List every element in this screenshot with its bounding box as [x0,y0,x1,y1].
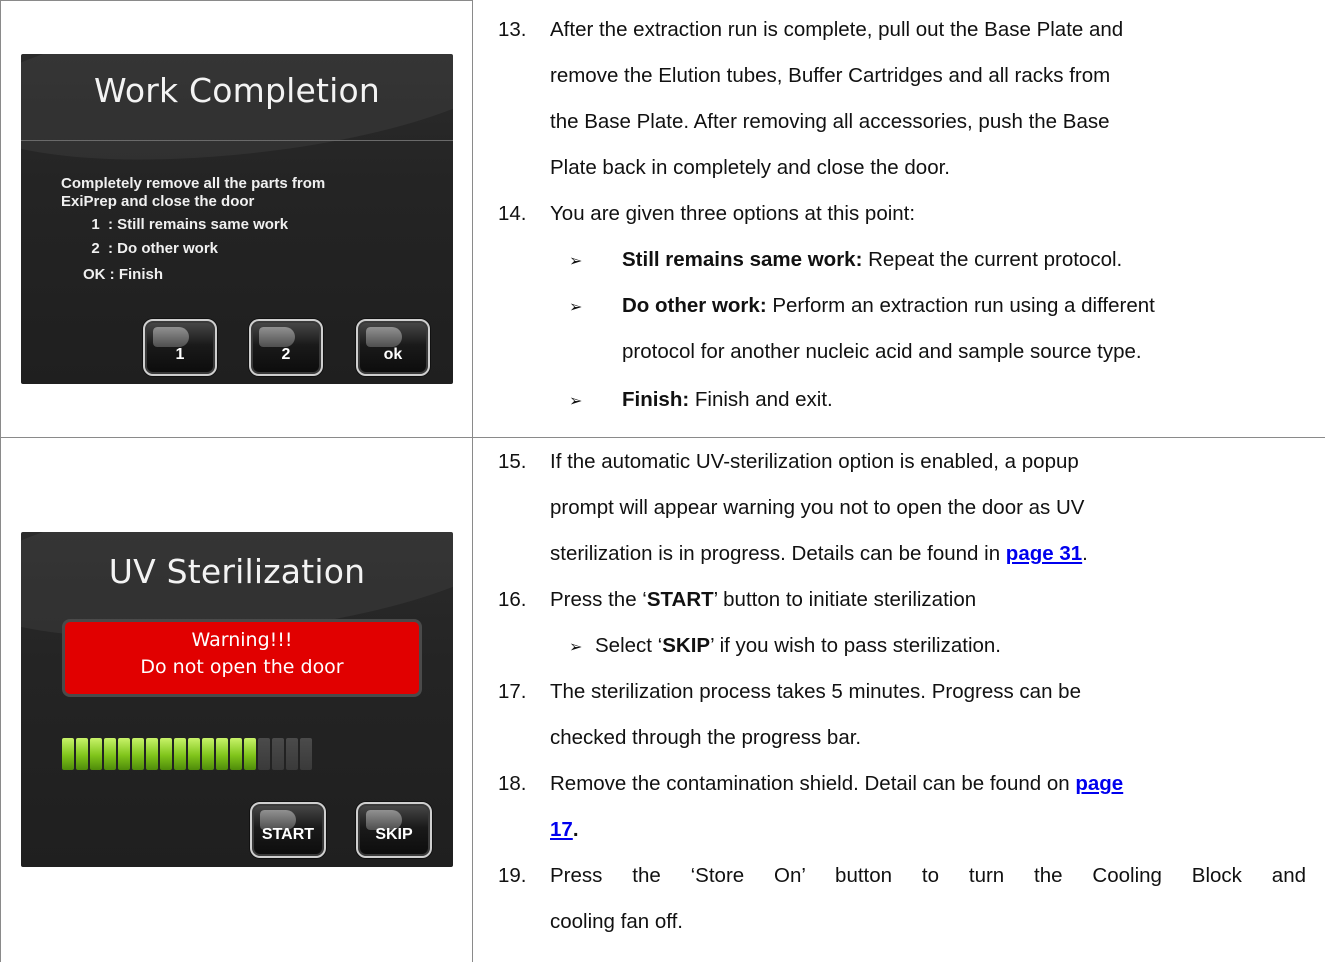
step-16-sub: Select ‘SKIP’ if you wish to pass steril… [595,634,1002,657]
step-15-number: 15. [498,450,527,473]
step-19-line1: Press the ‘Store On’ button to turn the … [550,864,1306,887]
ok-button[interactable]: ok [356,319,430,376]
progress-segment-filled [62,738,74,770]
progress-segment-filled [160,738,172,770]
sterilization-progress-bar [62,738,312,770]
progress-segment-filled [118,738,130,770]
skip-button[interactable]: SKIP [356,802,432,858]
step-14-line1: You are given three options at this poin… [550,202,916,225]
option-1-text: 1 : Still remains same work [83,216,289,233]
progress-segment-filled [90,738,102,770]
progress-segment-filled [188,738,200,770]
option-finish: Finish: Finish and exit. [622,388,833,411]
step-18-number: 18. [498,772,527,795]
step-13-line1: After the extraction run is complete, pu… [550,18,1124,41]
step-15-line1: If the automatic UV-sterilization option… [550,450,1079,473]
step-16-number: 16. [498,588,527,611]
progress-segment-filled [132,738,144,770]
warning-box: Warning!!! Do not open the door [62,619,422,697]
option-still-remains: Still remains same work: Repeat the curr… [622,248,1123,271]
screen-description: Completely remove all the parts from Exi… [61,175,326,210]
step-15-line3: sterilization is in progress. Details ca… [550,542,1088,565]
screen-title: Work Completion [93,71,381,110]
step-18-line1: Remove the contamination shield. Detail … [550,772,1124,795]
progress-segment-filled [230,738,242,770]
step-17-line2: checked through the progress bar. [550,726,862,749]
option-do-other-work-cont: protocol for another nucleic acid and sa… [622,340,1142,363]
step-13-line4: Plate back in completely and close the d… [550,156,950,179]
table-top-border [0,0,473,1]
step-17-line1: The sterilization process takes 5 minute… [550,680,1081,703]
step-13-number: 13. [498,18,527,41]
progress-segment-empty [286,738,298,770]
step-13-line3: the Base Plate. After removing all acces… [550,110,1110,133]
progress-segment-empty [300,738,312,770]
page-31-link[interactable]: page 31 [1006,542,1082,565]
warning-title: Warning!!! [191,629,293,651]
step-14-number: 14. [498,202,527,225]
bullet-icon: ➢ [569,253,583,270]
table-left-border [0,0,1,962]
progress-segment-filled [174,738,186,770]
work-completion-screenshot: Work Completion Completely remove all th… [21,54,453,384]
option-2-text: 2 : Do other work [83,240,219,257]
bullet-icon: ➢ [569,639,583,656]
button-2[interactable]: 2 [249,319,323,376]
step-19-line2: cooling fan off. [550,910,683,933]
row-divider [0,437,1325,438]
option-ok-text: OK : Finish [83,266,163,283]
bullet-icon: ➢ [569,393,583,410]
step-16-line1: Press the ‘START’ button to initiate ste… [550,588,977,611]
page-17-link-part1[interactable]: page [1075,772,1123,795]
progress-segment-filled [202,738,214,770]
option-do-other-work: Do other work: Perform an extraction run… [622,294,1155,317]
step-17-number: 17. [498,680,527,703]
progress-segment-filled [76,738,88,770]
step-15-line2: prompt will appear warning you not to op… [550,496,1085,519]
screen-title: UV Sterilization [108,552,366,591]
progress-segment-filled [244,738,256,770]
page-17-link-part2[interactable]: 17 [550,818,573,841]
step-19-number: 19. [498,864,527,887]
progress-segment-filled [216,738,228,770]
title-divider [21,140,453,141]
progress-segment-empty [258,738,270,770]
start-button[interactable]: START [250,802,326,858]
progress-segment-empty [272,738,284,770]
step-13-line2: remove the Elution tubes, Buffer Cartrid… [550,64,1111,87]
progress-segment-filled [146,738,158,770]
warning-message: Do not open the door [140,656,344,678]
bullet-icon: ➢ [569,299,583,316]
step-18-line2: 17. [550,818,579,841]
column-divider [472,0,473,962]
button-1[interactable]: 1 [143,319,217,376]
progress-segment-filled [104,738,116,770]
